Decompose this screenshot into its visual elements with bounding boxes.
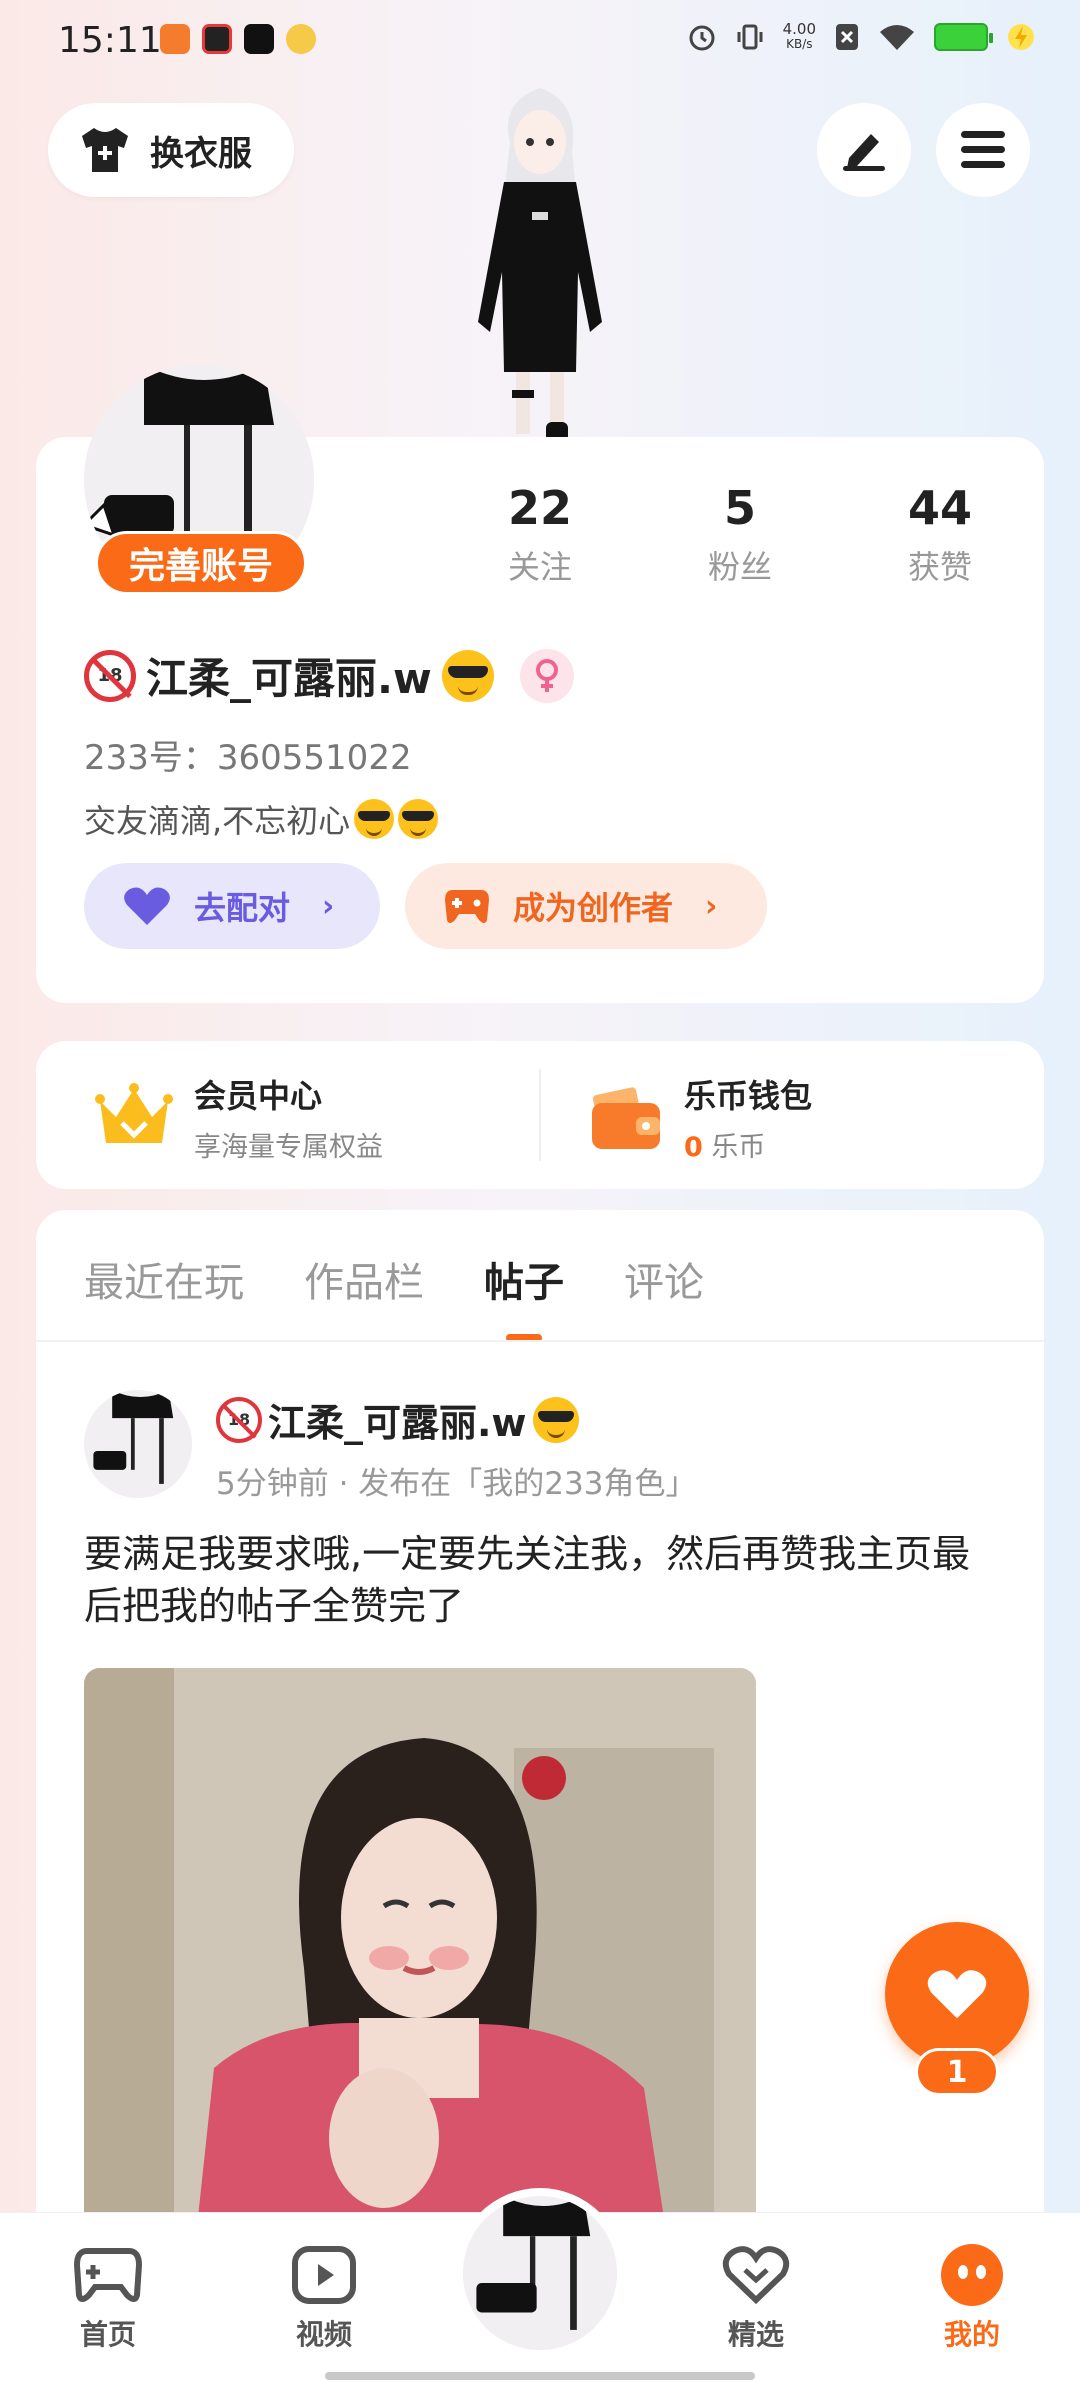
stat-label: 关注 — [507, 548, 572, 586]
stat-label: 获赞 — [907, 548, 972, 586]
profile-stats: 22 关注 5 粉丝 44 获赞 — [440, 480, 1040, 588]
like-button[interactable] — [885, 1922, 1029, 2066]
like-count: 1 — [915, 2048, 999, 2096]
heart-outline-icon — [722, 2246, 790, 2305]
female-gender-icon — [519, 648, 574, 703]
charging-icon — [1008, 24, 1034, 50]
heart-icon — [124, 887, 170, 925]
battery-icon — [934, 23, 993, 51]
member-center[interactable]: 会员中心 享海量专属权益 — [94, 1071, 383, 1164]
become-creator-button[interactable]: 成为创作者 › — [405, 863, 767, 949]
post-author-row: 18 江柔_可露丽.w — [216, 1392, 579, 1447]
nav-featured[interactable]: 精选 — [696, 2243, 816, 2353]
notification-icons — [160, 24, 316, 54]
crown-icon — [95, 1082, 173, 1143]
sunglasses-emoji-icon — [532, 1396, 579, 1443]
menu-button[interactable] — [936, 103, 1030, 197]
sunglasses-emoji-icon — [441, 649, 494, 702]
creator-label: 成为创作者 — [513, 889, 674, 927]
complete-account-badge[interactable]: 完善账号 — [95, 531, 307, 595]
post-meta: 5分钟前 · 发布在「我的233角色」 — [216, 1466, 697, 1502]
wallet-balance: 0 乐币 — [684, 1125, 812, 1164]
profile-bio: 交友滴滴,不忘初心 — [84, 796, 439, 842]
status-time: 15:11 — [58, 20, 162, 61]
app-notification-icon — [160, 24, 190, 54]
sunglasses-emoji-icon — [354, 799, 395, 839]
avatar-art — [463, 2196, 617, 2350]
nav-label: 精选 — [727, 2318, 784, 2351]
wallet[interactable]: 乐币钱包 0 乐币 — [588, 1071, 812, 1164]
under-18-icon: 18 — [216, 1396, 262, 1443]
wifi-icon — [880, 25, 914, 50]
hamburger-menu-icon — [961, 131, 1005, 168]
heart-icon — [927, 1970, 987, 2019]
tiktok-icon — [244, 24, 274, 54]
tab-comments[interactable]: 评论 — [624, 1250, 704, 1308]
bio-text: 交友滴滴,不忘初心 — [84, 802, 351, 840]
member-title: 会员中心 — [194, 1077, 323, 1115]
nav-label: 视频 — [295, 2318, 352, 2351]
profile-name-row: 18 江柔_可露丽.w — [84, 645, 574, 706]
stat-num: 44 — [907, 481, 972, 535]
stat-num: 5 — [723, 481, 756, 535]
stat-likes[interactable]: 44 获赞 — [840, 480, 1040, 588]
nav-center-avatar[interactable] — [455, 2188, 625, 2358]
no-sim-icon — [836, 24, 858, 50]
nav-mine[interactable]: 我的 — [912, 2243, 1032, 2353]
sunglasses-emoji-icon — [398, 799, 439, 839]
status-right: 4.00 KB/s — [687, 22, 1036, 52]
tab-posts[interactable]: 帖子 — [484, 1250, 564, 1342]
tab-recently-played[interactable]: 最近在玩 — [84, 1250, 244, 1308]
nav-video[interactable]: 视频 — [264, 2243, 384, 2353]
tshirt-icon — [82, 128, 128, 172]
nav-label: 首页 — [79, 2318, 136, 2351]
alarm-icon — [689, 25, 715, 51]
video-notification-icon — [202, 24, 232, 54]
post-author-name[interactable]: 江柔_可露丽.w — [268, 1392, 527, 1447]
wallet-title: 乐币钱包 — [684, 1077, 813, 1115]
post-author-avatar[interactable] — [84, 1390, 192, 1498]
content-tabs: 最近在玩 作品栏 帖子 评论 — [84, 1250, 704, 1342]
wallet-icon — [592, 1086, 660, 1149]
match-button[interactable]: 去配对 › — [84, 863, 380, 949]
nav-label: 我的 — [943, 2318, 1000, 2351]
stat-num: 22 — [507, 481, 572, 535]
stat-followers[interactable]: 5 粉丝 — [640, 480, 840, 588]
weibo-icon — [286, 24, 316, 54]
divider — [539, 1069, 541, 1161]
chevron-right-icon: › — [705, 888, 718, 924]
user-id: 233号：360551022 — [84, 738, 412, 778]
tab-works[interactable]: 作品栏 — [304, 1250, 424, 1308]
status-bar: 15:11 4.00 KB/s — [0, 0, 1080, 84]
change-outfit-button[interactable]: 换衣服 — [48, 103, 294, 197]
profile-face-icon — [941, 2244, 1003, 2306]
profile-name: 江柔_可露丽.w — [146, 654, 432, 703]
pen-icon — [843, 134, 885, 171]
gamepad-icon — [445, 890, 489, 923]
member-wallet-card: 会员中心 享海量专属权益 乐币钱包 0 乐币 — [36, 1041, 1044, 1189]
under-18-icon: 18 — [84, 649, 136, 702]
speed-value: 4.00 — [782, 20, 816, 38]
chevron-right-icon: › — [322, 888, 335, 924]
speed-unit: KB/s — [786, 37, 813, 51]
tabs-divider — [36, 1340, 1044, 1342]
change-outfit-label: 换衣服 — [150, 133, 252, 174]
avatar-art — [84, 1390, 192, 1498]
wallet-amount: 0 — [684, 1132, 703, 1163]
match-label: 去配对 — [194, 889, 291, 927]
home-indicator[interactable] — [325, 2372, 755, 2380]
gamepad-icon — [73, 2248, 143, 2302]
member-subtitle: 享海量专属权益 — [194, 1132, 383, 1163]
character-avatar-figure[interactable] — [440, 82, 640, 442]
stat-following[interactable]: 22 关注 — [440, 480, 640, 588]
stat-label: 粉丝 — [707, 548, 772, 586]
network-speed: 4.00 KB/s — [783, 22, 816, 52]
vibrate-icon — [737, 24, 763, 50]
content-section: 最近在玩 作品栏 帖子 评论 18 江柔_可露丽.w 5分钟前 · 发布在「我的… — [36, 1210, 1044, 2348]
nav-home[interactable]: 首页 — [48, 2243, 168, 2353]
edit-button[interactable] — [817, 103, 911, 197]
wallet-unit: 乐币 — [711, 1132, 766, 1163]
post-text[interactable]: 要满足我要求哦,一定要先关注我，然后再赞我主页最后把我的帖子全赞完了 — [84, 1528, 1004, 1632]
video-icon — [292, 2246, 356, 2304]
